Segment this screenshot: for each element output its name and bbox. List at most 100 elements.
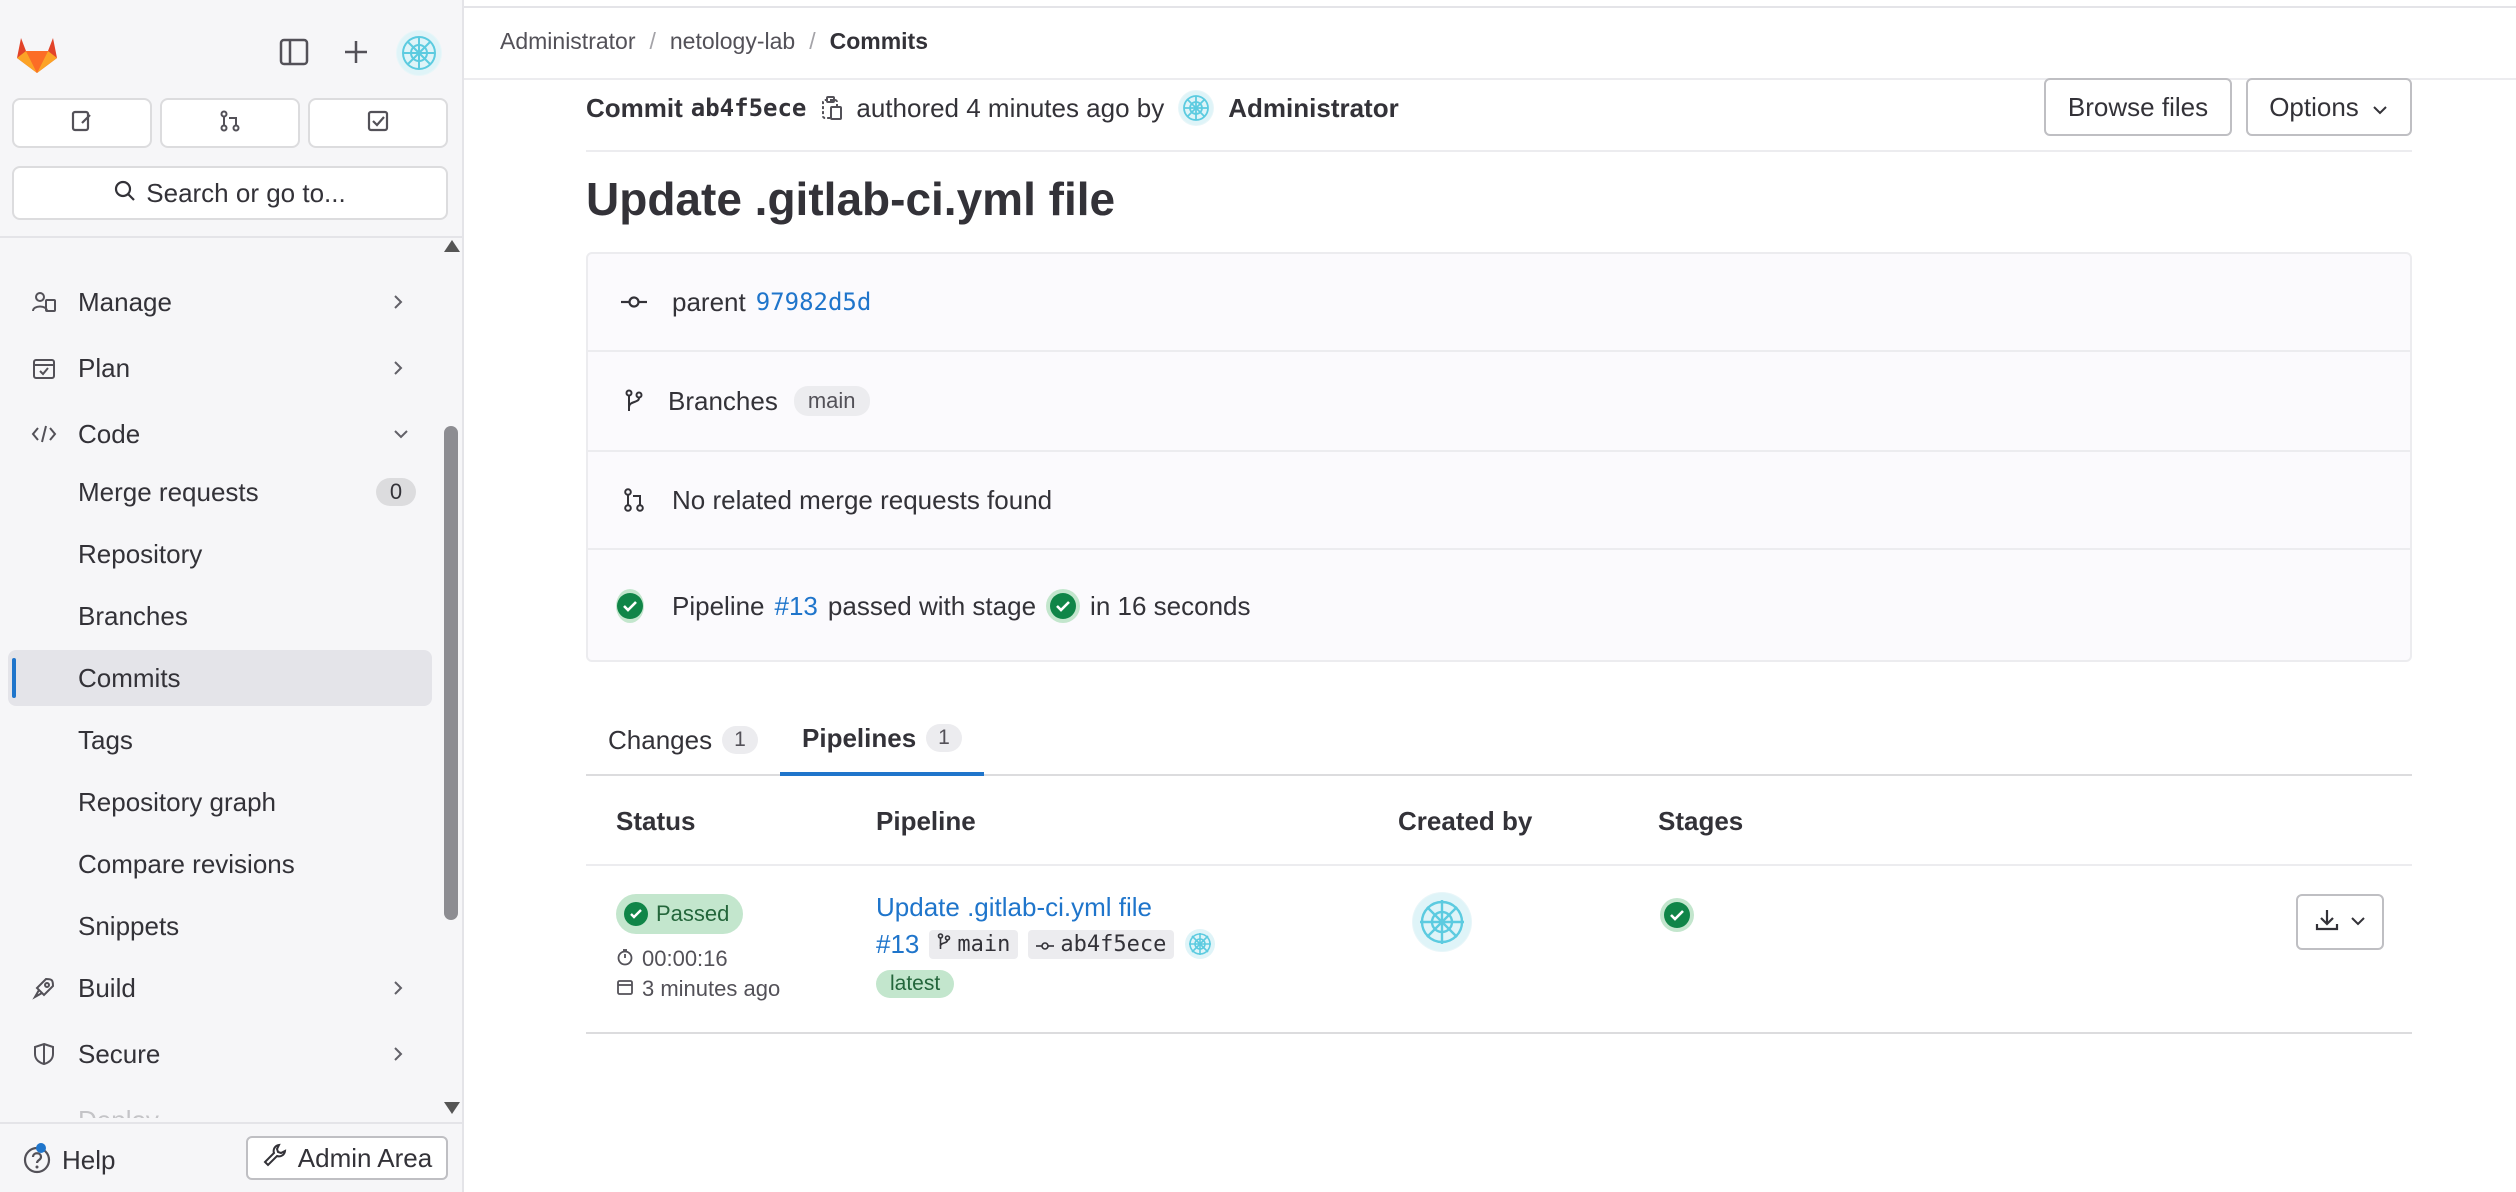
sidebar-item-commits[interactable]: Commits: [8, 650, 432, 706]
tab-changes[interactable]: Changes 1: [586, 704, 780, 776]
author-avatar[interactable]: [1178, 90, 1215, 126]
rocket-icon: [30, 974, 58, 1002]
ref-chip[interactable]: main: [929, 929, 1019, 959]
column-header-status: Status: [616, 806, 696, 836]
author-name[interactable]: Administrator: [1228, 93, 1398, 124]
clock-icon: [616, 946, 634, 972]
sidebar-toggle-icon[interactable]: [276, 34, 312, 70]
plus-icon[interactable]: [338, 34, 374, 70]
pipeline-finished: 3 minutes ago: [616, 976, 780, 1002]
options-button[interactable]: Options: [2246, 78, 2412, 136]
sidebar-scrollbar[interactable]: [444, 426, 458, 920]
sidebar-item-label: Code: [78, 418, 141, 449]
calendar-plan-icon: [30, 354, 58, 382]
pipeline-title-link[interactable]: Update .gitlab-ci.yml file: [876, 892, 1152, 923]
merge-request-icon: [620, 486, 648, 514]
pipeline-duration-text: in 16 seconds: [1090, 590, 1251, 621]
sidebar-item-repository[interactable]: Repository: [8, 526, 432, 582]
commit-icon: [1036, 932, 1055, 957]
options-label: Options: [2269, 91, 2359, 122]
top-border: [464, 0, 2516, 8]
column-header-pipeline: Pipeline: [876, 806, 976, 836]
tab-label: Changes: [608, 724, 713, 755]
sidebar-item-snippets[interactable]: Snippets: [8, 898, 432, 954]
code-icon: [30, 420, 58, 448]
sidebar-item-label: Merge requests: [78, 476, 259, 507]
breadcrumb-item-commits[interactable]: Commits: [830, 28, 928, 55]
sidebar-item-deploy[interactable]: Deploy: [8, 1092, 432, 1119]
check-circle-icon: [624, 902, 648, 926]
issues-icon: [70, 109, 94, 138]
sidebar-item-plan[interactable]: Plan: [8, 340, 432, 396]
authored-text: authored 4 minutes ago by: [856, 92, 1165, 123]
user-avatar[interactable]: [396, 30, 442, 76]
quick-actions: [12, 98, 448, 148]
shield-icon: [30, 1040, 58, 1068]
pipeline-duration: 00:00:16: [616, 946, 728, 972]
pipeline-link[interactable]: #13: [775, 591, 818, 622]
sidebar-item-manage[interactable]: Manage: [8, 274, 432, 330]
tab-label: Pipelines: [802, 722, 917, 753]
sidebar-item-label: Tags: [78, 724, 133, 755]
commit-tabs: Changes 1 Pipelines 1: [586, 704, 2412, 776]
sidebar-item-repository-graph[interactable]: Repository graph: [8, 774, 432, 830]
browse-files-button[interactable]: Browse files: [2044, 78, 2232, 136]
sidebar-item-compare-revisions[interactable]: Compare revisions: [8, 836, 432, 892]
copy-icon[interactable]: [820, 95, 846, 121]
sidebar-item-label: Commits: [78, 662, 181, 693]
sidebar-item-secure[interactable]: Secure: [8, 1026, 432, 1082]
help-icon: [22, 1143, 52, 1175]
pipeline-id-link[interactable]: #13: [876, 929, 919, 960]
search-label: Search or go to...: [146, 177, 346, 208]
check-circle-icon[interactable]: [616, 589, 644, 623]
merge-request-icon: [218, 109, 242, 138]
tab-pipelines[interactable]: Pipelines 1: [780, 704, 984, 776]
assigned-issues-button[interactable]: [12, 98, 152, 148]
sidebar-item-label: Repository graph: [78, 786, 276, 817]
calendar-icon: [616, 976, 634, 1002]
admin-area-label: Admin Area: [297, 1142, 433, 1173]
parent-row: parent 97982d5d: [588, 254, 2410, 352]
stage-check-icon[interactable]: [1660, 898, 1694, 932]
sidebar-item-label: Build: [78, 972, 136, 1003]
duration-value: 00:00:16: [642, 946, 728, 971]
merge-requests-row: No related merge requests found: [588, 452, 2410, 550]
table-row: Passed 00:00:16 3 minutes ago Update .gi…: [586, 866, 2412, 1034]
parent-sha-link[interactable]: 97982d5d: [756, 288, 872, 316]
stage-status-icon[interactable]: [1046, 589, 1081, 623]
branch-badge[interactable]: main: [793, 386, 870, 416]
sidebar-divider: [0, 236, 462, 238]
sidebar-item-tags[interactable]: Tags: [8, 712, 432, 768]
sidebar-item-code[interactable]: Code: [8, 406, 432, 462]
breadcrumb-item-project[interactable]: netology-lab: [670, 28, 795, 55]
help-label: Help: [62, 1144, 116, 1175]
committer-avatar[interactable]: [1184, 928, 1216, 960]
download-artifacts-button[interactable]: [2296, 894, 2384, 950]
sidebar-item-build[interactable]: Build: [8, 960, 432, 1016]
status-badge[interactable]: Passed: [616, 894, 744, 934]
sidebar-nav: Manage Plan Code Merge requests 0 Reposi…: [0, 240, 440, 1118]
help-button[interactable]: Help: [22, 1138, 115, 1182]
no-merge-requests-text: No related merge requests found: [672, 484, 1053, 515]
users-icon: [30, 288, 58, 316]
chevron-right-icon: [392, 978, 412, 998]
creator-avatar[interactable]: [1412, 892, 1472, 952]
sidebar-item-label: Repository: [78, 538, 203, 569]
breadcrumb-item-administrator[interactable]: Administrator: [500, 28, 635, 55]
ref-name: main: [957, 931, 1011, 957]
scroll-down-arrow[interactable]: [444, 1102, 460, 1114]
gitlab-logo[interactable]: [16, 34, 58, 74]
admin-area-button[interactable]: Admin Area: [246, 1136, 448, 1180]
sidebar-item-merge-requests[interactable]: Merge requests 0: [8, 464, 432, 520]
search-button[interactable]: Search or go to...: [12, 166, 448, 220]
scroll-up-arrow[interactable]: [444, 240, 460, 252]
sidebar: Search or go to... Manage Plan Code Merg…: [0, 0, 464, 1192]
chevron-right-icon: [392, 358, 412, 378]
merge-requests-button[interactable]: [160, 98, 300, 148]
sha-chip[interactable]: ab4f5ece: [1028, 929, 1175, 959]
todos-button[interactable]: [308, 98, 448, 148]
sidebar-item-label: Compare revisions: [78, 848, 295, 879]
sidebar-item-branches[interactable]: Branches: [8, 588, 432, 644]
chevron-right-icon: [392, 1044, 412, 1064]
sidebar-item-label: Deploy: [78, 1105, 159, 1119]
